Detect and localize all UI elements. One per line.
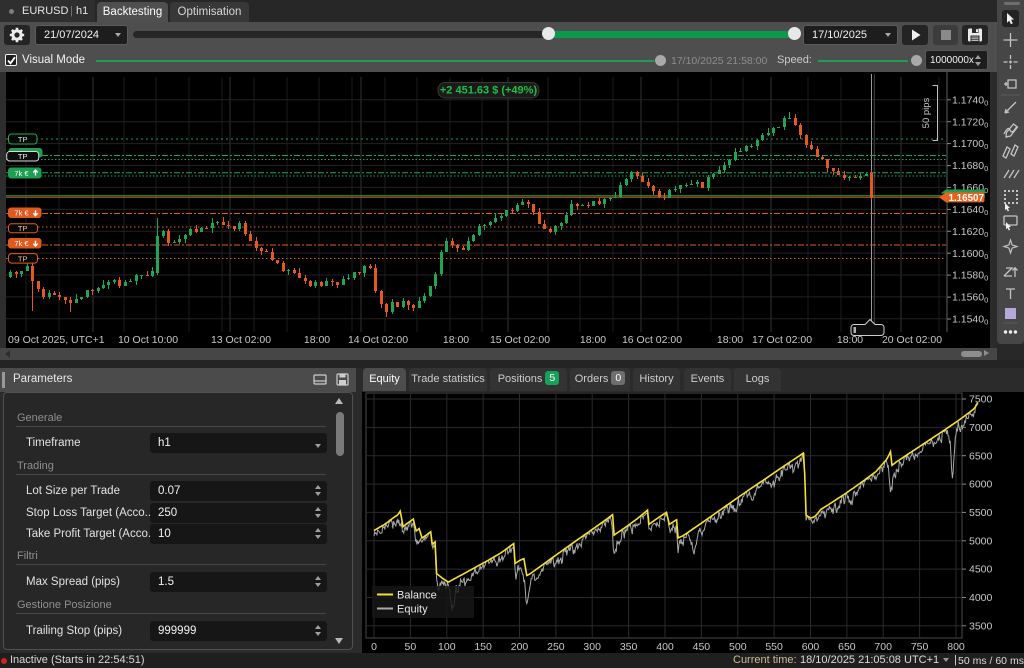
svg-text:10 Oct 10:00: 10 Oct 10:00 — [118, 334, 178, 346]
svg-text:1.17400: 1.17400 — [952, 94, 988, 107]
svg-text:18:00: 18:00 — [304, 334, 330, 346]
svg-text:09 Oct 2025, UTC+1: 09 Oct 2025, UTC+1 — [8, 334, 105, 346]
svg-text:350: 350 — [620, 641, 638, 653]
svg-text:700: 700 — [874, 641, 892, 653]
svg-text:18:00: 18:00 — [443, 334, 469, 346]
svg-text:TP: TP — [18, 224, 28, 233]
svg-text:50 pips: 50 pips — [921, 97, 932, 128]
svg-text:17 Oct 02:00: 17 Oct 02:00 — [752, 334, 812, 346]
svg-text:18:00: 18:00 — [580, 334, 606, 346]
svg-text:18:00: 18:00 — [717, 334, 743, 346]
svg-text:1.16800: 1.16800 — [952, 160, 988, 173]
svg-text:650: 650 — [838, 641, 856, 653]
svg-text:550: 550 — [765, 641, 783, 653]
svg-text:7500: 7500 — [969, 394, 993, 406]
svg-text:500: 500 — [729, 641, 747, 653]
svg-text:4500: 4500 — [969, 564, 993, 576]
svg-text:6000: 6000 — [969, 479, 993, 491]
svg-text:7000: 7000 — [969, 422, 993, 434]
svg-text:300: 300 — [583, 641, 601, 653]
svg-text:14 Oct 02:00: 14 Oct 02:00 — [348, 334, 408, 346]
svg-text:20 Oct 02:00: 20 Oct 02:00 — [882, 334, 942, 346]
svg-text:7k €: 7k € — [14, 239, 29, 248]
svg-text:16 Oct 02:00: 16 Oct 02:00 — [622, 334, 682, 346]
svg-text:+2 451.63 $ (+49%): +2 451.63 $ (+49%) — [440, 85, 538, 97]
svg-text:Equity: Equity — [397, 604, 428, 616]
svg-text:3500: 3500 — [969, 620, 993, 632]
svg-text:0: 0 — [371, 641, 377, 653]
svg-text:5500: 5500 — [969, 507, 993, 519]
svg-text:6500: 6500 — [969, 450, 993, 462]
svg-text:800: 800 — [947, 641, 965, 653]
svg-text:4000: 4000 — [969, 592, 993, 604]
svg-text:1.16507: 1.16507 — [949, 193, 985, 204]
svg-text:750: 750 — [911, 641, 929, 653]
svg-text:150: 150 — [474, 641, 492, 653]
svg-text:TP: TP — [18, 254, 28, 263]
svg-text:1.16200: 1.16200 — [952, 226, 988, 239]
svg-text:15 Oct 02:00: 15 Oct 02:00 — [490, 334, 550, 346]
svg-text:TP: TP — [18, 152, 28, 161]
svg-text:600: 600 — [802, 641, 820, 653]
svg-text:1.16000: 1.16000 — [952, 248, 988, 261]
svg-text:TP: TP — [18, 135, 28, 144]
svg-text:1.17000: 1.17000 — [952, 138, 988, 151]
svg-text:400: 400 — [656, 641, 674, 653]
svg-text:1.17200: 1.17200 — [952, 116, 988, 129]
svg-text:1.15800: 1.15800 — [952, 270, 988, 283]
svg-text:100: 100 — [438, 641, 456, 653]
svg-text:1.16400: 1.16400 — [952, 204, 988, 217]
svg-text:1.15600: 1.15600 — [952, 292, 988, 305]
svg-text:13 Oct 02:00: 13 Oct 02:00 — [211, 334, 271, 346]
svg-text:50: 50 — [405, 641, 417, 653]
svg-text:Balance: Balance — [397, 590, 437, 602]
svg-text:7k €: 7k € — [14, 169, 29, 178]
svg-text:18:00: 18:00 — [837, 334, 863, 346]
svg-text:5000: 5000 — [969, 535, 993, 547]
svg-text:7k €: 7k € — [14, 209, 29, 218]
svg-text:250: 250 — [547, 641, 565, 653]
svg-text:450: 450 — [693, 641, 711, 653]
svg-text:200: 200 — [511, 641, 529, 653]
svg-text:1.15400: 1.15400 — [952, 314, 988, 327]
